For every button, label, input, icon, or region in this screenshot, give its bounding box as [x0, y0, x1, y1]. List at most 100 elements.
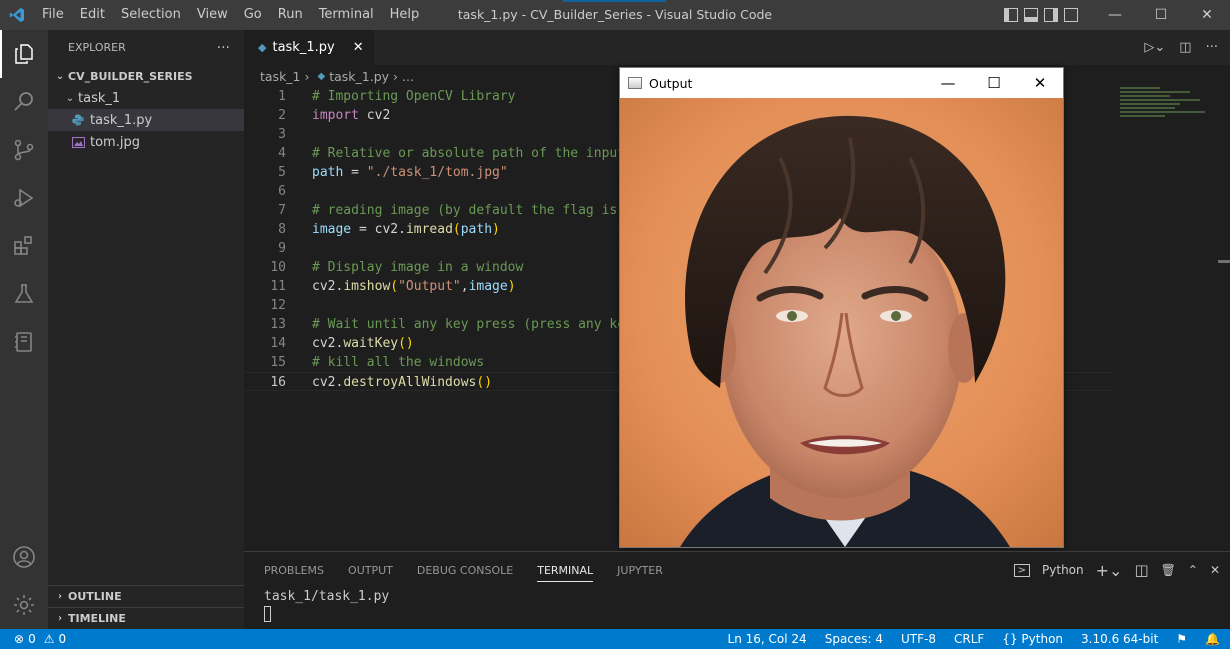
code-token: cv2. — [312, 375, 344, 390]
feedback-icon[interactable]: ⚑ — [1176, 632, 1187, 646]
explorer-icon[interactable] — [0, 30, 48, 78]
code-text: path = "./task_1/tom.jpg" — [286, 163, 508, 182]
code-text: cv2.waitKey() — [286, 334, 414, 353]
cursor-position[interactable]: Ln 16, Col 24 — [728, 632, 807, 646]
timeline-section[interactable]: › TIMELINE — [48, 607, 244, 629]
tab-jupyter[interactable]: JUPYTER — [617, 564, 663, 577]
editor-tabs: ◆ task_1.py ✕ ▷⌄ ◫ ··· — [244, 30, 1230, 65]
terminal-cursor — [264, 605, 271, 622]
scrollbar-marker[interactable] — [1218, 260, 1230, 263]
menu-file[interactable]: File — [34, 0, 72, 30]
close-panel-icon[interactable]: ✕ — [1210, 563, 1220, 577]
python-interpreter[interactable]: 3.10.6 64-bit — [1081, 632, 1158, 646]
line-number: 3 — [278, 127, 286, 142]
python-icon: ◆ — [317, 70, 326, 82]
output-image — [620, 98, 1063, 547]
code-token: ) — [507, 279, 516, 294]
indentation[interactable]: Spaces: 4 — [825, 632, 883, 646]
line-number: 10 — [270, 260, 286, 275]
more-actions-icon[interactable]: ··· — [1206, 40, 1218, 55]
line-number: 2 — [278, 108, 286, 123]
file-tom-jpg[interactable]: tom.jpg — [48, 131, 244, 153]
code-token: image — [312, 222, 352, 237]
line-ending[interactable]: CRLF — [954, 632, 984, 646]
split-terminal-icon[interactable]: ◫ — [1134, 561, 1148, 579]
notebook-icon[interactable] — [0, 318, 48, 366]
extensions-icon[interactable] — [0, 222, 48, 270]
line-number: 7 — [278, 203, 286, 218]
problems-status[interactable]: ⊗ 0 ⚠ 0 — [0, 632, 66, 646]
code-token: image — [468, 279, 508, 294]
warning-icon: ⚠ — [43, 632, 55, 646]
code-token: ( — [452, 222, 461, 237]
source-control-icon[interactable] — [0, 126, 48, 174]
code-token: import — [312, 108, 359, 123]
split-editor-icon[interactable]: ◫ — [1179, 40, 1191, 55]
workspace-root[interactable]: ⌄ CV_BUILDER_SERIES — [48, 65, 244, 87]
menu-edit[interactable]: Edit — [72, 0, 113, 30]
menu-selection[interactable]: Selection — [113, 0, 189, 30]
close-button[interactable]: ✕ — [1184, 0, 1230, 30]
menu-view[interactable]: View — [189, 0, 236, 30]
search-icon[interactable] — [0, 78, 48, 126]
code-text: # Wait until any key press (press any ke — [286, 315, 625, 334]
terminal-output[interactable]: task_1/task_1.py — [244, 588, 1230, 622]
settings-gear-icon[interactable] — [0, 581, 48, 629]
line-number: 14 — [270, 336, 286, 351]
minimize-button[interactable]: — — [1092, 0, 1138, 30]
output-window-title: Output — [649, 75, 693, 91]
account-icon[interactable] — [0, 533, 48, 581]
menu-run[interactable]: Run — [270, 0, 311, 30]
customize-layout-icon[interactable] — [1064, 8, 1078, 22]
output-window[interactable]: Output — ☐ ✕ — [619, 67, 1064, 548]
output-minimize-button[interactable]: — — [925, 68, 971, 98]
encoding[interactable]: UTF-8 — [901, 632, 936, 646]
tab-problems[interactable]: PROBLEMS — [264, 564, 324, 577]
breadcrumb-folder[interactable]: task_1 — [260, 69, 301, 84]
chevron-up-icon[interactable]: ⌃ — [1188, 563, 1198, 577]
trash-icon[interactable]: 🗑 — [1161, 563, 1176, 577]
language-mode[interactable]: {} Python — [1002, 632, 1063, 646]
title-accent — [563, 0, 666, 2]
toggle-panel-icon[interactable] — [1024, 8, 1038, 22]
close-icon[interactable]: ✕ — [353, 40, 364, 55]
outline-section[interactable]: › OUTLINE — [48, 585, 244, 607]
run-debug-icon[interactable] — [0, 174, 48, 222]
code-token: imread — [405, 222, 453, 237]
code-token: , — [460, 279, 469, 294]
minimap[interactable] — [1120, 87, 1210, 147]
line-number: 4 — [278, 146, 286, 161]
menu-terminal[interactable]: Terminal — [311, 0, 382, 30]
chevron-right-icon: › — [393, 68, 399, 84]
output-maximize-button[interactable]: ☐ — [971, 68, 1017, 98]
toggle-sidebar-icon[interactable] — [1004, 8, 1018, 22]
code-token: # Wait until any key press (press any ke — [312, 317, 626, 332]
more-actions-button[interactable]: ··· — [217, 40, 230, 56]
breadcrumb-file[interactable]: task_1.py — [329, 69, 389, 84]
testing-icon[interactable] — [0, 270, 48, 318]
tab-task-1-py[interactable]: ◆ task_1.py ✕ — [244, 30, 374, 65]
new-terminal-icon[interactable]: +⌄ — [1096, 561, 1123, 580]
tab-output[interactable]: OUTPUT — [348, 564, 393, 577]
tab-debug-console[interactable]: DEBUG CONSOLE — [417, 564, 513, 577]
timeline-label: TIMELINE — [68, 612, 126, 625]
terminal-profile[interactable]: Python — [1042, 563, 1084, 577]
folder-task-1[interactable]: ⌄ task_1 — [48, 87, 244, 109]
file-task-1-py[interactable]: task_1.py — [48, 109, 244, 131]
breadcrumb-more[interactable]: ... — [402, 69, 414, 84]
run-python-icon[interactable]: ▷⌄ — [1144, 40, 1165, 55]
menu-help[interactable]: Help — [382, 0, 428, 30]
error-icon: ⊗ — [14, 632, 25, 646]
notifications-bell-icon[interactable]: 🔔 — [1205, 632, 1220, 646]
tab-terminal[interactable]: TERMINAL — [537, 564, 594, 582]
menu-go[interactable]: Go — [236, 0, 270, 30]
code-token: # Importing OpenCV Library — [312, 89, 516, 104]
output-close-button[interactable]: ✕ — [1017, 68, 1063, 98]
title-bar: File Edit Selection View Go Run Terminal… — [0, 0, 1230, 30]
error-count: 0 — [28, 632, 36, 646]
toggle-secondary-sidebar-icon[interactable] — [1044, 8, 1058, 22]
maximize-button[interactable]: ☐ — [1138, 0, 1184, 30]
code-token: destroyAllWindows — [343, 375, 477, 390]
output-window-titlebar[interactable]: Output — ☐ ✕ — [620, 68, 1063, 98]
